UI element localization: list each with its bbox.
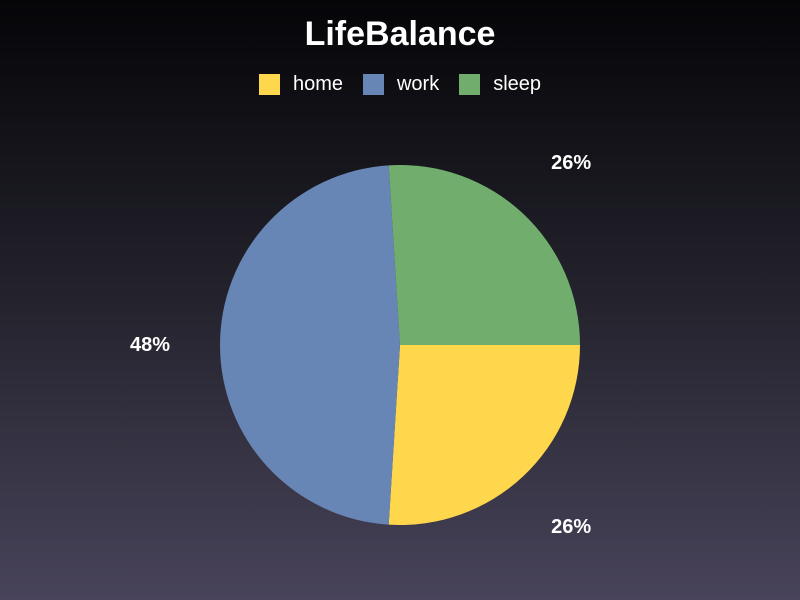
- pie-slice-home[interactable]: [388, 345, 580, 525]
- slice-label-work: 48%: [130, 334, 170, 356]
- pie-slice-sleep[interactable]: [388, 165, 580, 345]
- slice-label-home: 26%: [551, 516, 591, 538]
- slice-label-sleep: 26%: [551, 152, 591, 174]
- pie-chart: 26% 48% 26%: [130, 152, 591, 538]
- pie-slice-work[interactable]: [219, 165, 400, 525]
- pie-slices: [219, 165, 580, 525]
